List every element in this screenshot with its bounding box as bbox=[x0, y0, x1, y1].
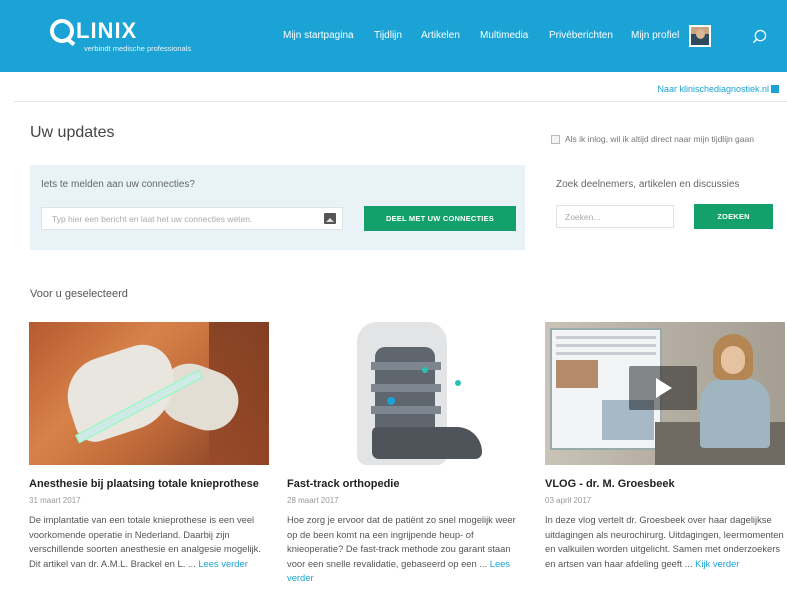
post-box: Iets te melden aan uw connecties? Typ hi… bbox=[30, 165, 525, 250]
excerpt-text: Hoe zorg je ervoor dat de patiënt zo sne… bbox=[287, 514, 516, 569]
nav-item-artikelen[interactable]: Artikelen bbox=[421, 30, 460, 41]
top-navigation-bar: LINIX verbindt medische professionals Mi… bbox=[0, 0, 787, 72]
external-site-link[interactable]: Naar klinischediagnostiek.nl bbox=[657, 84, 779, 94]
post-question: Iets te melden aan uw connecties? bbox=[41, 179, 195, 190]
article-date: 03 april 2017 bbox=[545, 496, 592, 505]
login-preference[interactable]: Als ik inlog, wil ik altijd direct naar … bbox=[551, 134, 754, 144]
updates-heading: Uw updates bbox=[30, 124, 115, 141]
search-box: Zoek deelnemers, artikelen en discussies… bbox=[545, 165, 787, 250]
search-icon[interactable] bbox=[752, 29, 767, 44]
logo-q-icon bbox=[50, 19, 74, 43]
post-input-placeholder: Typ hier een bericht en laat het uw conn… bbox=[52, 214, 253, 224]
article-date: 31 maart 2017 bbox=[29, 496, 81, 505]
play-icon[interactable] bbox=[629, 366, 697, 410]
avatar[interactable] bbox=[689, 25, 711, 47]
article-title[interactable]: Anesthesie bij plaatsing totale knieprot… bbox=[29, 478, 259, 490]
read-more-link[interactable]: Kijk verder bbox=[695, 558, 739, 569]
nav-item-startpagina[interactable]: Mijn startpagina bbox=[283, 30, 354, 41]
image-upload-icon[interactable] bbox=[324, 213, 336, 224]
nav-item-tijdlijn[interactable]: Tijdlijn bbox=[374, 30, 402, 41]
read-more-link[interactable]: Lees verder bbox=[198, 558, 248, 569]
video-thumbnail[interactable] bbox=[545, 322, 785, 465]
logo-text: LINIX bbox=[76, 18, 138, 43]
article-excerpt: In deze vlog vertelt dr. Groesbeek over … bbox=[545, 513, 785, 571]
login-preference-label: Als ik inlog, wil ik altijd direct naar … bbox=[565, 134, 754, 144]
logo[interactable]: LINIX verbindt medische professionals bbox=[50, 18, 191, 53]
login-preference-checkbox[interactable] bbox=[551, 134, 560, 144]
divider bbox=[14, 101, 787, 102]
share-button[interactable]: DEEL MET UW CONNECTIES bbox=[364, 206, 516, 231]
logo-tagline: verbindt medische professionals bbox=[84, 44, 192, 53]
search-button[interactable]: ZOEKEN bbox=[694, 204, 773, 229]
article-excerpt: Hoe zorg je ervoor dat de patiënt zo sne… bbox=[287, 513, 527, 586]
article-excerpt: De implantatie van een totale knieprothe… bbox=[29, 513, 269, 571]
article-date: 28 maart 2017 bbox=[287, 496, 339, 505]
selected-heading: Voor u geselecteerd bbox=[30, 288, 128, 300]
excerpt-text: In deze vlog vertelt dr. Groesbeek over … bbox=[545, 514, 784, 569]
nav-item-multimedia[interactable]: Multimedia bbox=[480, 30, 528, 41]
external-link-icon bbox=[771, 85, 779, 93]
external-link-text[interactable]: Naar klinischediagnostiek.nl bbox=[657, 84, 769, 94]
nav-item-priveberichten[interactable]: Privéberichten bbox=[549, 30, 613, 41]
search-label: Zoek deelnemers, artikelen en discussies bbox=[556, 179, 740, 190]
article-title[interactable]: Fast-track orthopedie bbox=[287, 478, 399, 490]
article-title[interactable]: VLOG - dr. M. Groesbeek bbox=[545, 478, 675, 490]
article-thumbnail[interactable] bbox=[29, 322, 269, 465]
nav-item-mijn-profiel[interactable]: Mijn profiel bbox=[631, 30, 679, 41]
search-input[interactable]: Zoeken... bbox=[556, 205, 674, 228]
post-input[interactable]: Typ hier een bericht en laat het uw conn… bbox=[41, 207, 343, 230]
article-thumbnail[interactable] bbox=[287, 322, 527, 465]
